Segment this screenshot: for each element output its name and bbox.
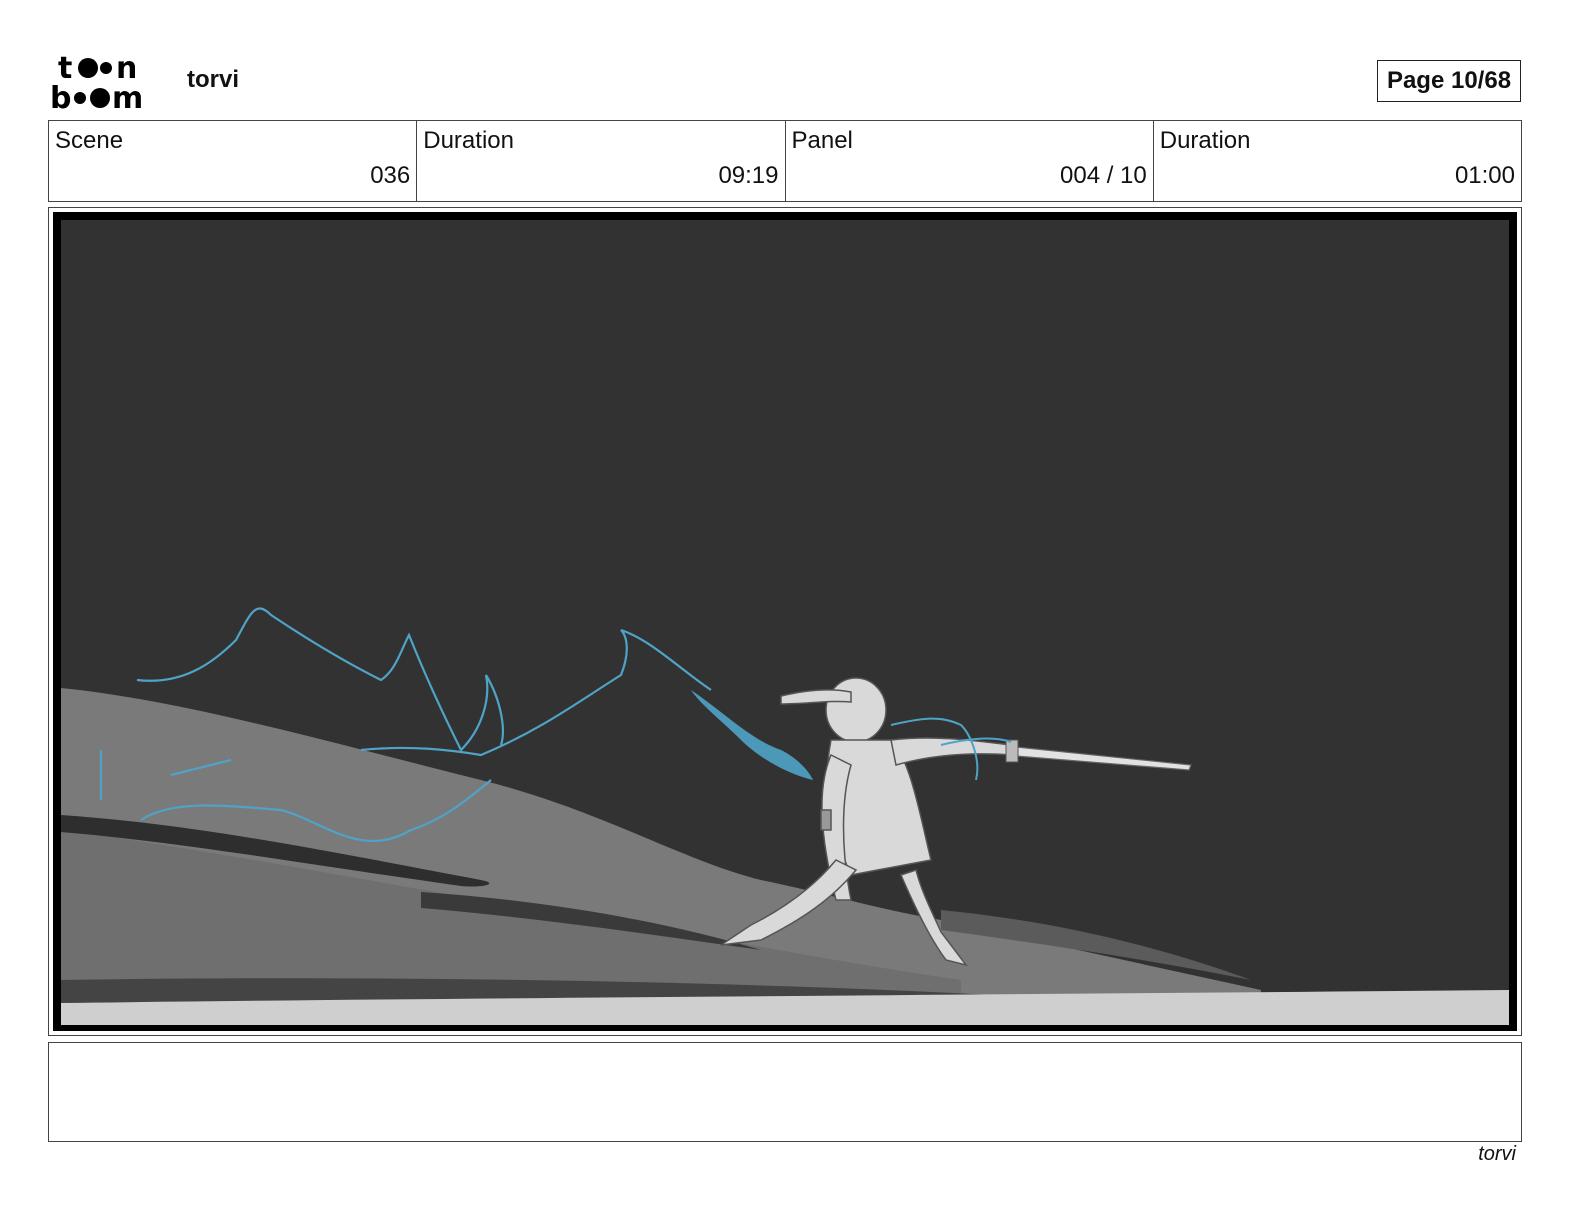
scene-value: 036 — [370, 162, 411, 189]
panel-cell: Panel 004 / 10 — [786, 121, 1154, 201]
panel-label: Panel — [791, 127, 853, 154]
panel-duration-cell: Duration 01:00 — [1154, 121, 1521, 201]
scene-duration-label: Duration — [423, 127, 514, 154]
svg-text:b: b — [50, 81, 71, 112]
scene-duration-value: 09:19 — [718, 162, 779, 189]
toon-boom-logo: t n b m — [50, 50, 165, 116]
scene-duration-cell: Duration 09:19 — [417, 121, 786, 201]
scene-info-row: Scene 036 Duration 09:19 Panel 004 / 10 … — [48, 120, 1522, 202]
storyboard-panel-frame — [48, 207, 1522, 1036]
panel-value: 004 / 10 — [1060, 162, 1147, 189]
project-title: torvi — [187, 66, 240, 93]
footer-project-title: torvi — [1478, 1143, 1516, 1165]
scene-label: Scene — [55, 127, 124, 154]
svg-text:m: m — [112, 81, 143, 112]
panel-duration-label: Duration — [1159, 127, 1251, 154]
scene-cell: Scene 036 — [49, 121, 418, 201]
panel-duration-value: 01:00 — [1454, 162, 1515, 189]
page-indicator: Page 10/68 — [1377, 60, 1521, 102]
storyboard-sketch-image — [61, 220, 1509, 1025]
panel-notes-box — [48, 1042, 1522, 1142]
storyboard-panel-border — [53, 212, 1517, 1031]
